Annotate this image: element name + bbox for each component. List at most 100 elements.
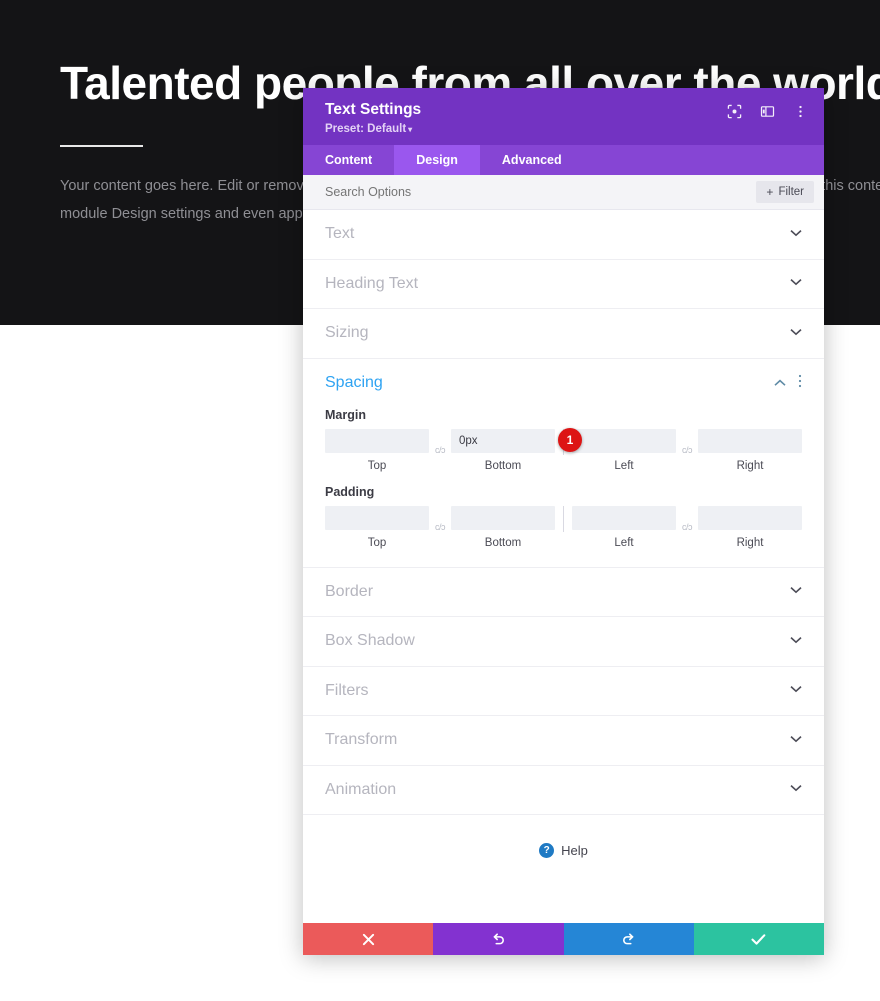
- margin-top-input[interactable]: [325, 428, 429, 453]
- preset-selector[interactable]: Preset: Default ▾: [325, 123, 421, 135]
- section-text[interactable]: Text: [303, 210, 824, 260]
- margin-left-cell: Left: [572, 428, 676, 472]
- margin-right-caption: Right: [736, 459, 764, 472]
- save-button[interactable]: [693, 923, 824, 955]
- spacing-header-actions: [774, 374, 802, 393]
- padding-label: Padding: [325, 484, 375, 499]
- screen: Talented people from all over the world …: [0, 0, 880, 1001]
- margin-bottom-input[interactable]: [451, 428, 555, 453]
- modal-header-actions: [726, 103, 808, 119]
- tab-design[interactable]: Design: [394, 145, 480, 175]
- margin-left-input[interactable]: [572, 428, 676, 453]
- margin-left-caption: Left: [614, 459, 634, 472]
- chevron-down-icon: [790, 328, 802, 339]
- section-label: Text: [325, 225, 355, 243]
- padding-divider: [563, 505, 564, 532]
- modal-tabs: Content Design Advanced: [303, 145, 824, 175]
- layout-toggle-icon[interactable]: [759, 103, 775, 119]
- modal-header: Text Settings Preset: Default ▾: [303, 88, 824, 145]
- search-row: + Filter: [303, 175, 824, 210]
- padding-right-caption: Right: [736, 536, 764, 549]
- plus-icon: +: [766, 185, 774, 199]
- margin-bottom-caption: Bottom: [484, 459, 522, 472]
- padding-left-caption: Left: [614, 536, 634, 549]
- section-spacing: Spacing Margin Top c/ɔ 0px Bottom Left c…: [303, 359, 824, 568]
- chevron-up-icon[interactable]: [774, 374, 786, 392]
- section-label: Box Shadow: [325, 632, 415, 650]
- redo-icon: [621, 932, 636, 947]
- chevron-down-icon: [790, 586, 802, 597]
- filter-button-label: Filter: [778, 186, 804, 198]
- chevron-down-icon: [790, 784, 802, 795]
- discard-button[interactable]: [303, 923, 434, 955]
- chevron-down-icon: ▾: [408, 125, 413, 134]
- more-options-icon[interactable]: [792, 103, 808, 119]
- help-link[interactable]: ? Help: [303, 815, 824, 858]
- margin-top-caption: Top: [367, 459, 387, 472]
- text-settings-modal: Text Settings Preset: Default ▾ Content …: [303, 88, 824, 955]
- preset-label: Preset: Default: [325, 123, 407, 135]
- focus-icon[interactable]: [726, 103, 742, 119]
- margin-right-input[interactable]: [698, 428, 802, 453]
- tab-content[interactable]: Content: [303, 145, 394, 175]
- link-margin-top-bottom-icon[interactable]: c/ɔ: [429, 445, 451, 455]
- chevron-down-icon: [790, 229, 802, 240]
- filter-button[interactable]: + Filter: [756, 181, 814, 203]
- chevron-down-icon: [790, 636, 802, 647]
- margin-left-right-pair: Left c/ɔ Right: [572, 428, 802, 472]
- section-border[interactable]: Border: [303, 568, 824, 617]
- margin-field-group: Margin Top c/ɔ Bottom: [303, 408, 824, 472]
- undo-icon: [491, 932, 506, 947]
- page-title: Text Settings: [325, 101, 422, 118]
- padding-bottom-input[interactable]: [451, 505, 555, 530]
- padding-left-input[interactable]: [572, 505, 676, 530]
- padding-top-input[interactable]: [325, 505, 429, 530]
- padding-bottom-cell: Bottom: [451, 505, 555, 549]
- section-box-shadow[interactable]: Box Shadow: [303, 617, 824, 667]
- padding-bottom-caption: Bottom: [484, 536, 522, 549]
- padding-left-cell: Left: [572, 505, 676, 549]
- margin-top-cell: Top: [325, 428, 429, 472]
- step-badge-1: 1: [558, 427, 582, 452]
- section-label: Heading Text: [325, 274, 419, 292]
- redo-button[interactable]: [563, 923, 694, 955]
- padding-right-cell: Right: [698, 505, 802, 549]
- section-filters[interactable]: Filters: [303, 667, 824, 716]
- margin-inputs-row: Top c/ɔ Bottom Left: [325, 427, 802, 472]
- section-label: Transform: [325, 731, 398, 749]
- checkmark-icon: [751, 933, 766, 946]
- undo-button[interactable]: [433, 923, 564, 955]
- help-label: Help: [561, 843, 588, 858]
- modal-footer: [303, 923, 824, 955]
- padding-top-cell: Top: [325, 505, 429, 549]
- padding-left-right-pair: Left c/ɔ Right: [572, 505, 802, 549]
- link-margin-left-right-icon[interactable]: c/ɔ: [676, 445, 698, 455]
- kebab-menu-icon[interactable]: [798, 374, 802, 393]
- spacing-title: Spacing: [325, 374, 383, 391]
- padding-top-bottom-pair: Top c/ɔ Bottom: [325, 505, 555, 549]
- section-transform[interactable]: Transform: [303, 716, 824, 766]
- link-padding-top-bottom-icon[interactable]: c/ɔ: [429, 522, 451, 532]
- link-padding-left-right-icon[interactable]: c/ɔ: [676, 522, 698, 532]
- close-icon: [362, 933, 375, 946]
- hero-divider: [60, 145, 143, 147]
- margin-top-bottom-pair: Top c/ɔ Bottom: [325, 428, 555, 472]
- padding-top-caption: Top: [367, 536, 387, 549]
- section-label: Sizing: [325, 324, 369, 342]
- modal-body: Text Heading Text Sizing Spacing Margin …: [303, 210, 824, 923]
- section-label: Animation: [325, 780, 397, 798]
- padding-field-group: Padding Top c/ɔ Bottom Left c/ɔ Right: [303, 485, 824, 549]
- section-label: Border: [325, 582, 374, 600]
- margin-bottom-cell: Bottom: [451, 428, 555, 472]
- padding-inputs-row: Top c/ɔ Bottom Left c/ɔ Right: [325, 505, 802, 549]
- section-sizing[interactable]: Sizing: [303, 309, 824, 359]
- modal-header-titles: Text Settings Preset: Default ▾: [325, 100, 421, 135]
- spacing-header[interactable]: Spacing: [303, 359, 824, 408]
- section-heading-text[interactable]: Heading Text: [303, 260, 824, 309]
- margin-right-cell: Right: [698, 428, 802, 472]
- padding-right-input[interactable]: [698, 505, 802, 530]
- margin-label: Margin: [325, 407, 366, 422]
- tab-advanced[interactable]: Advanced: [480, 145, 584, 175]
- search-input[interactable]: [325, 185, 625, 199]
- section-animation[interactable]: Animation: [303, 766, 824, 815]
